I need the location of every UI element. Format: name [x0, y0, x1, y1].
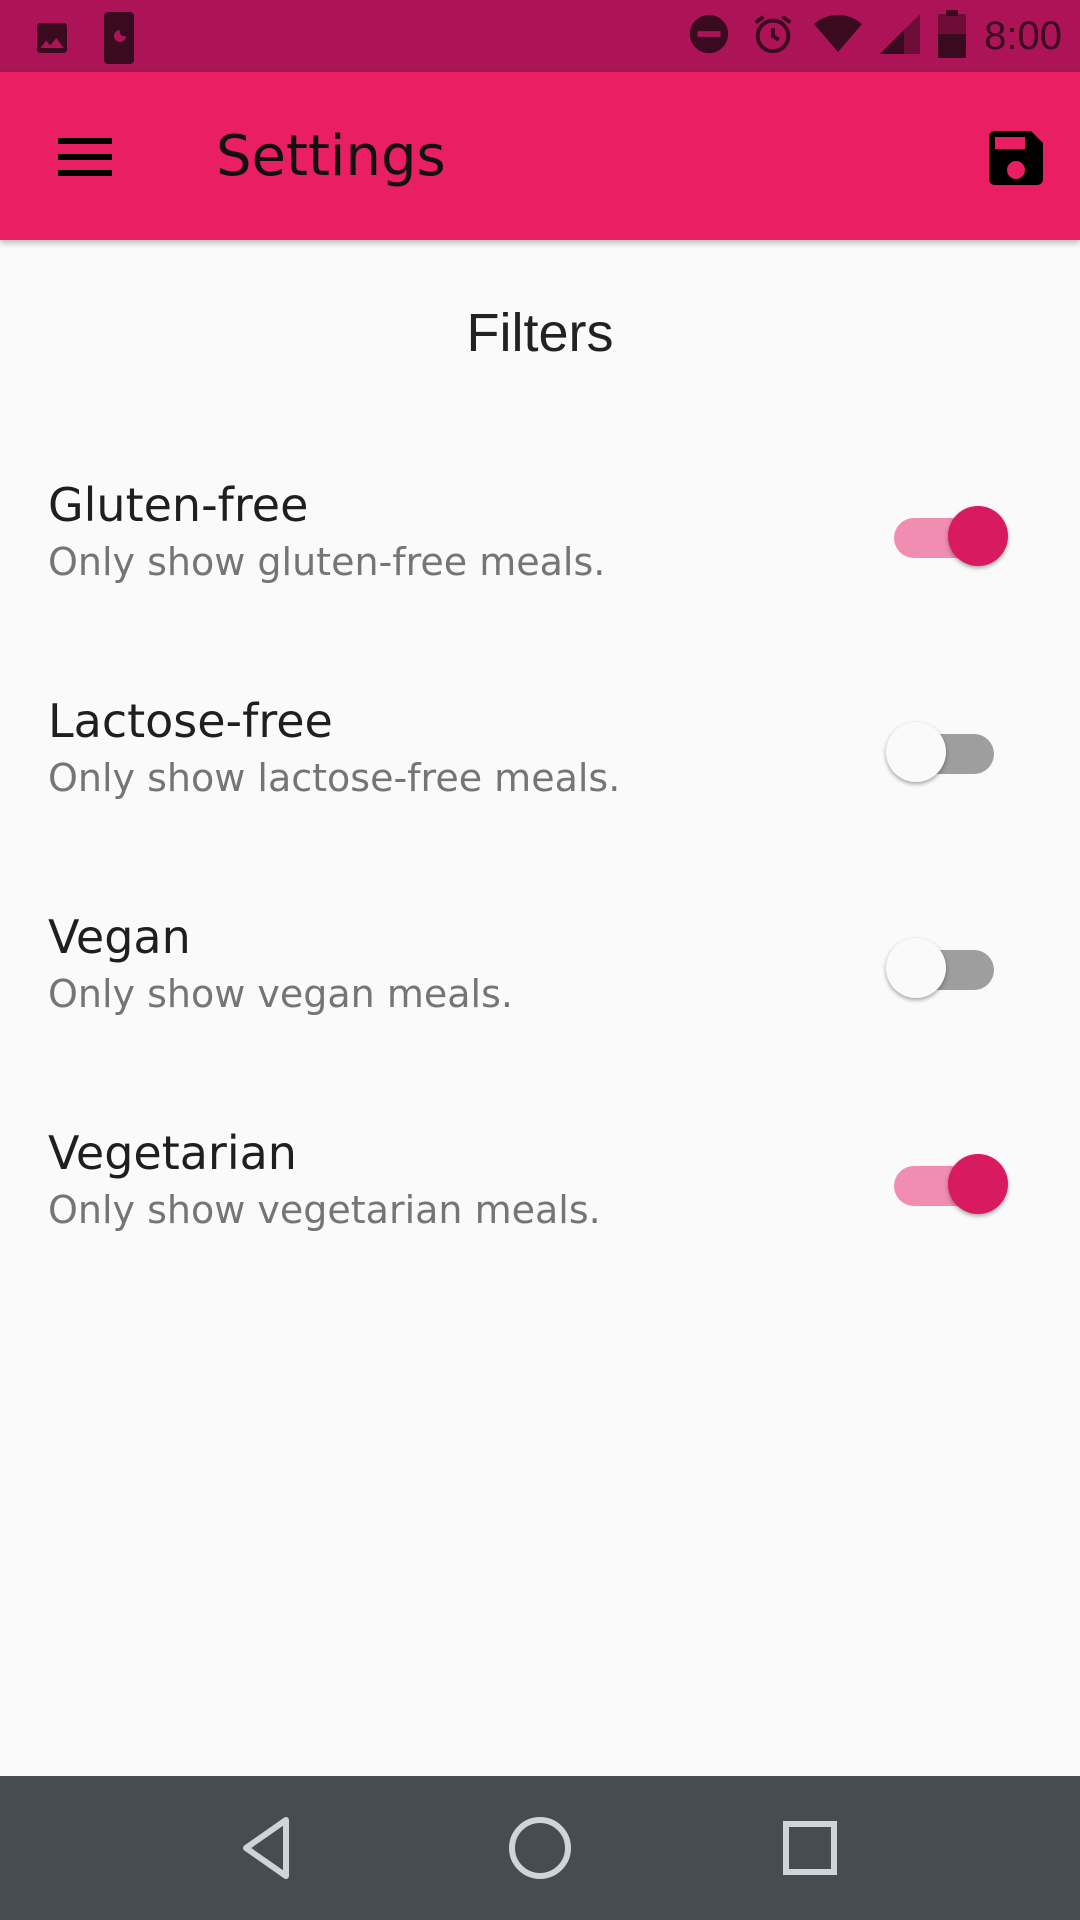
toggle-thumb — [948, 506, 1008, 566]
filter-vegetarian[interactable]: Vegetarian Only show vegetarian meals. — [0, 1126, 1080, 1286]
hamburger-menu-icon[interactable] — [40, 116, 128, 196]
home-icon[interactable] — [500, 1808, 580, 1888]
filter-description: Only show gluten-free meals. — [48, 540, 606, 584]
lactose-free-toggle[interactable] — [880, 720, 1010, 784]
toggle-thumb — [886, 938, 946, 998]
alarm-icon — [750, 11, 796, 62]
filter-label: Gluten-free — [48, 478, 309, 532]
status-bar: 8:00 — [0, 0, 1080, 72]
signal-icon — [880, 13, 921, 59]
page-title: Settings — [216, 124, 446, 189]
filter-description: Only show lactose-free meals. — [48, 756, 621, 800]
do-not-disturb-icon — [686, 11, 732, 62]
filter-label: Vegan — [48, 910, 191, 964]
save-floppy-icon[interactable] — [980, 122, 1052, 194]
recents-icon[interactable] — [770, 1808, 850, 1888]
filter-label: Lactose-free — [48, 694, 333, 748]
gluten-free-toggle[interactable] — [880, 504, 1010, 568]
wifi-icon — [814, 14, 863, 59]
battery-icon — [938, 9, 967, 63]
toggle-thumb — [948, 1154, 1008, 1214]
filter-lactose-free[interactable]: Lactose-free Only show lactose-free meal… — [0, 694, 1080, 854]
system-nav-bar — [0, 1776, 1080, 1920]
filter-description: Only show vegetarian meals. — [48, 1188, 601, 1232]
filters-heading: Filters — [466, 303, 614, 363]
status-time: 8:00 — [984, 13, 1062, 58]
app-bar: Settings — [0, 72, 1080, 240]
back-icon[interactable] — [230, 1808, 310, 1888]
filter-gluten-free[interactable]: Gluten-free Only show gluten-free meals. — [0, 478, 1080, 638]
vegan-toggle[interactable] — [880, 936, 1010, 1000]
filter-label: Vegetarian — [48, 1126, 297, 1180]
filter-vegan[interactable]: Vegan Only show vegan meals. — [0, 910, 1080, 1070]
phone-moon-icon — [104, 12, 134, 69]
vegetarian-toggle[interactable] — [880, 1152, 1010, 1216]
image-icon — [32, 18, 72, 63]
status-left — [32, 12, 134, 69]
filter-description: Only show vegan meals. — [48, 972, 513, 1016]
status-right: 8:00 — [686, 9, 1062, 63]
toggle-thumb — [886, 722, 946, 782]
